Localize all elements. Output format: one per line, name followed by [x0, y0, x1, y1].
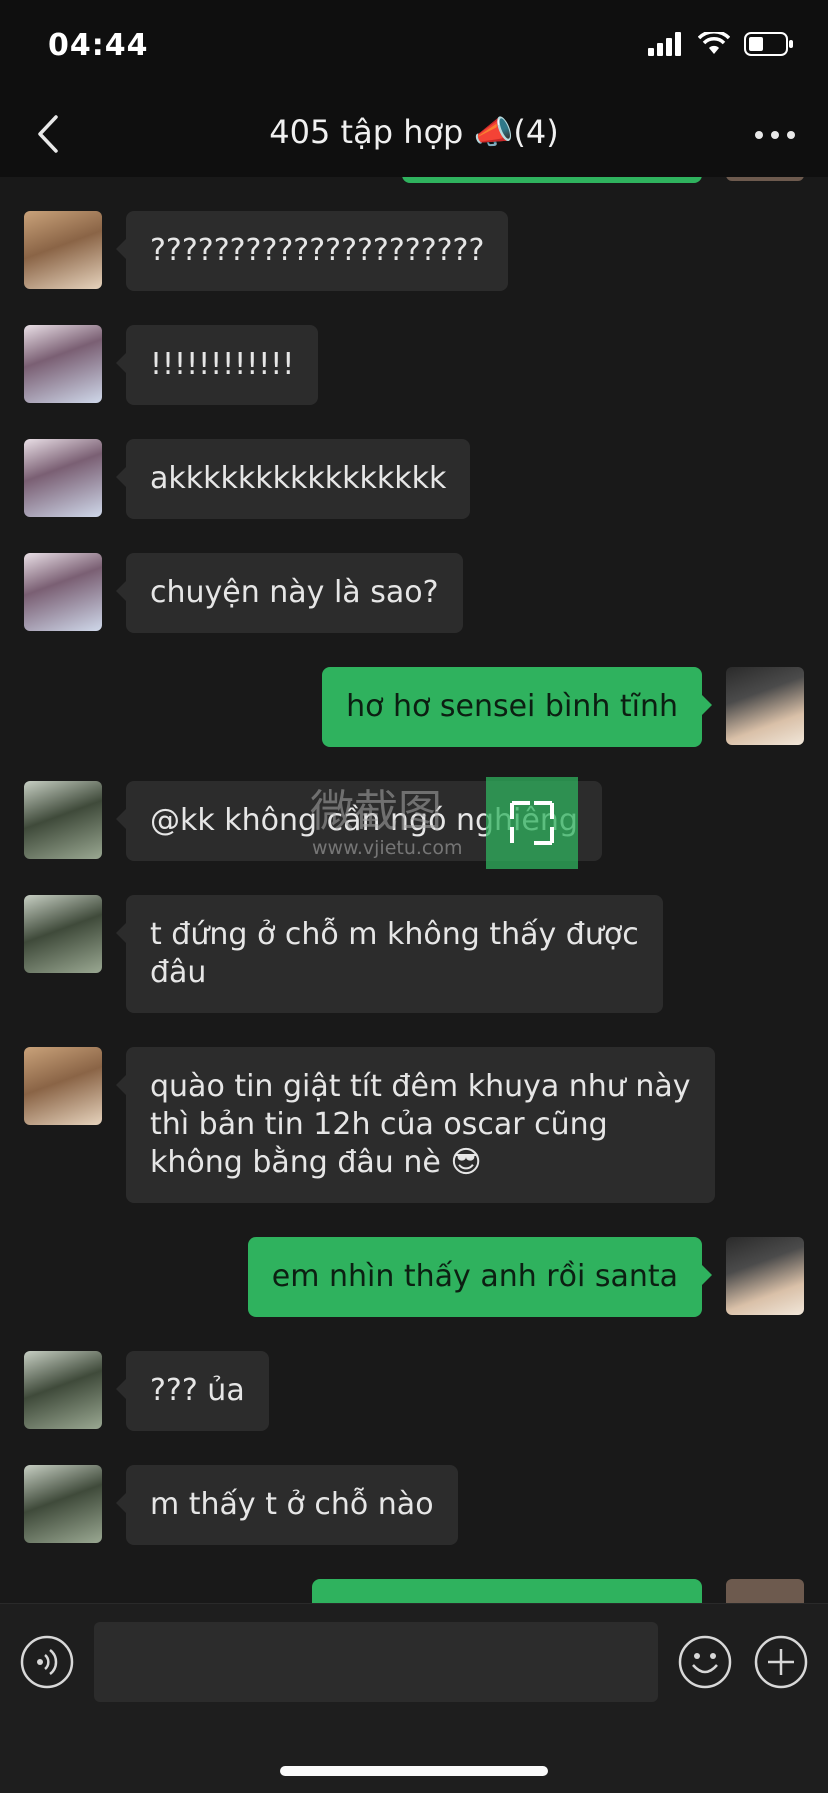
message-input[interactable] — [94, 1622, 658, 1702]
status-time: 04:44 — [48, 28, 149, 63]
watermark-url: www.vjietu.com — [312, 837, 463, 859]
wifi-icon — [698, 32, 730, 54]
incoming-message-bubble[interactable]: m thấy t ở chỗ nào — [116, 1465, 458, 1545]
incoming-message-bubble[interactable]: quào tin giật tít đêm khuya như này thì … — [116, 1047, 715, 1203]
battery-icon — [744, 32, 793, 56]
avatar-camo[interactable] — [24, 781, 102, 859]
incoming-message-bubble[interactable]: ????????????????????? — [115, 211, 509, 291]
chat-title: 405 tập hợp 📣(4) — [269, 113, 559, 151]
avatar-camo[interactable] — [24, 1351, 102, 1429]
partial-avatar-top — [726, 177, 804, 181]
status-icons — [648, 32, 794, 56]
avatar-white-shirt[interactable] — [24, 439, 102, 517]
input-bar — [0, 1603, 828, 1793]
watermark: 微截图 www.vjietu.com — [300, 775, 580, 875]
avatar-camo[interactable] — [24, 1465, 102, 1543]
voice-input-icon[interactable] — [20, 1635, 74, 1689]
partial-avatar-bottom — [726, 1579, 804, 1603]
outgoing-message-bubble[interactable]: hơ hơ sensei bình tĩnh — [322, 667, 712, 747]
incoming-message-bubble[interactable]: akkkkkkkkkkkkkkkk — [115, 439, 471, 519]
avatar-blond[interactable] — [24, 211, 102, 289]
chat-header: 405 tập hợp 📣(4) — [0, 95, 828, 177]
avatar-blond[interactable] — [24, 1047, 102, 1125]
more-options-icon[interactable] — [750, 115, 800, 155]
plus-icon[interactable] — [754, 1635, 808, 1689]
emoji-icon[interactable] — [678, 1635, 732, 1689]
avatar-white-shirt[interactable] — [24, 325, 102, 403]
avatar-white-shirt[interactable] — [24, 553, 102, 631]
partial-outgoing-bubble-bottom — [312, 1579, 702, 1603]
status-bar: 04:44 — [0, 0, 828, 95]
incoming-message-bubble[interactable]: !!!!!!!!!!!! — [115, 325, 319, 405]
avatar-beanie[interactable] — [726, 1237, 804, 1315]
signal-icon — [648, 32, 681, 56]
partial-outgoing-bubble-top — [402, 177, 702, 183]
outgoing-message-bubble[interactable]: em nhìn thấy anh rồi santa — [247, 1237, 713, 1317]
home-indicator — [280, 1766, 548, 1776]
incoming-message-bubble[interactable]: ??? ủa — [116, 1351, 269, 1431]
incoming-message-bubble[interactable]: chuyện này là sao? — [116, 553, 463, 633]
avatar-camo[interactable] — [24, 895, 102, 973]
avatar-beanie[interactable] — [726, 667, 804, 745]
message-list[interactable]: ?????????????????????!!!!!!!!!!!! akkkkkk… — [0, 177, 828, 1603]
incoming-message-bubble[interactable]: t đứng ở chỗ m không thấy được đâu — [116, 895, 663, 1013]
watermark-logo-icon — [486, 777, 578, 869]
watermark-text: 微截图 — [310, 786, 442, 837]
